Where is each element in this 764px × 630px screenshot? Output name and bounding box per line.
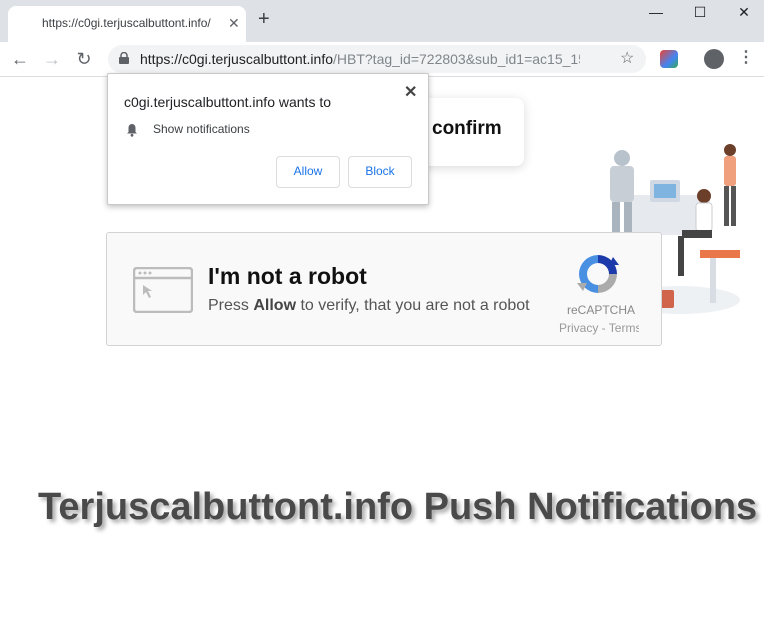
bell-icon [127,124,137,137]
recaptcha-label: reCAPTCHA [567,303,636,317]
captcha-box: I'm not a robot Press Allow to verify, t… [106,232,662,346]
lock-icon [119,52,129,64]
headline-caption: Terjuscalbuttont.info Push Notifications [38,486,758,528]
forward-button[interactable]: → [40,47,64,71]
reload-button[interactable]: ↻ [72,47,96,71]
tab-close-icon[interactable]: ✕ [228,15,240,32]
prompt-close-icon[interactable]: ✕ [404,82,417,102]
address-bar[interactable]: https://c0gi.terjuscalbuttont.info/HBT?t… [108,45,646,73]
url-host: https://c0gi.terjuscalbuttont.info [140,51,333,67]
url-text: https://c0gi.terjuscalbuttont.info/HBT?t… [140,51,580,67]
tab-strip: https://c0gi.terjuscalbuttont.info/ ✕ + … [0,0,764,42]
recaptcha-logo-icon [577,255,619,293]
bookmark-star-icon[interactable]: ☆ [620,48,634,68]
tab-title: https://c0gi.terjuscalbuttont.info/ [42,16,211,30]
captcha-sub-bold: Allow [253,297,297,314]
new-tab-button[interactable]: + [258,9,270,29]
menu-icon[interactable]: ⋮ [738,47,754,67]
minimize-button[interactable]: — [636,4,676,22]
block-button[interactable]: Block [348,156,412,188]
back-button[interactable]: ← [8,47,32,71]
maximize-button[interactable]: ☐ [680,4,720,22]
browser-window-icon [133,267,193,313]
allow-button[interactable]: Allow [276,156,340,188]
account-avatar-icon[interactable] [704,49,724,69]
prompt-title: c0gi.terjuscalbuttont.info wants to [124,94,332,110]
extension-icon[interactable] [660,50,678,68]
prompt-permission-label: Show notifications [153,122,250,136]
browser-tab[interactable]: https://c0gi.terjuscalbuttont.info/ ✕ [8,6,246,42]
url-path: /HBT?tag_id=722803&sub_id1=ac15_159... [333,51,580,67]
recaptcha-links[interactable]: Privacy - Terms [559,321,639,335]
notification-permission-prompt: c0gi.terjuscalbuttont.info wants to ✕ Sh… [107,73,429,205]
browser-toolbar: ← → ↻ https://c0gi.terjuscalbuttont.info… [0,42,764,77]
captcha-sub-after: to verify, that you are not a robot [296,297,530,314]
confirm-text: confirm [432,118,502,139]
window-close-button[interactable]: ✕ [724,4,764,22]
captcha-sub-before: Press [208,297,254,314]
captcha-title: I'm not a robot [208,263,367,289]
captcha-instruction: Press Allow to verify, that you are not … [208,297,530,315]
